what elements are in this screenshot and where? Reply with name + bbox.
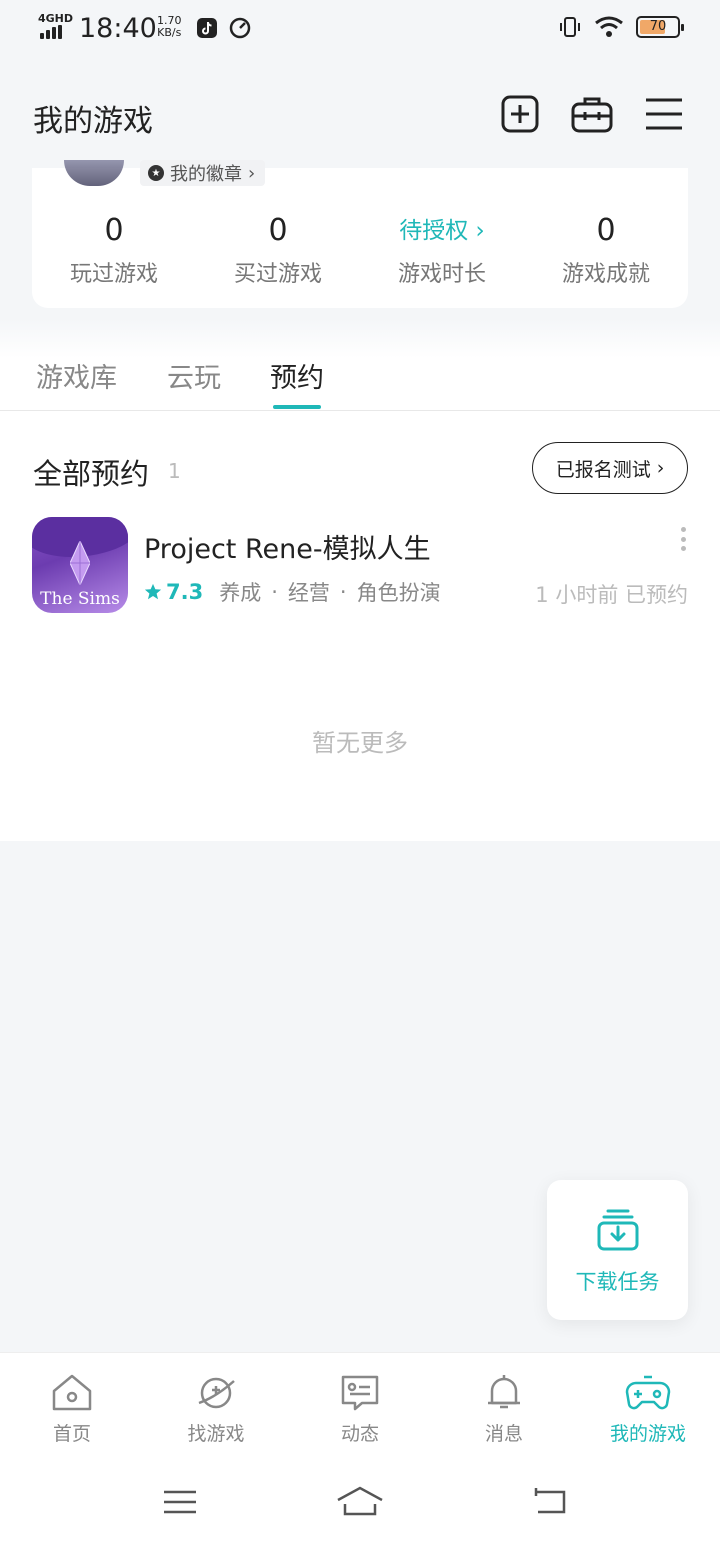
game-icon[interactable]: The Sims	[32, 517, 128, 613]
star-icon	[144, 583, 162, 600]
game-tag: 养成	[219, 581, 262, 605]
toolbox-button[interactable]	[570, 92, 614, 136]
back-icon[interactable]	[530, 1484, 570, 1520]
game-meta: 7.3 养成 · 经营 · 角色扮演	[144, 577, 441, 607]
signal-icon	[40, 25, 62, 39]
app-header: 我的游戏	[0, 60, 720, 168]
tab-bar: 游戏库 云玩 预约	[0, 318, 720, 411]
nav-my-games[interactable]: 我的游戏	[576, 1353, 720, 1462]
nav-find-games[interactable]: 找游戏	[144, 1353, 288, 1462]
nav-home[interactable]: 首页	[0, 1353, 144, 1462]
reservation-count: 1	[168, 459, 181, 483]
stat-played-games[interactable]: 0 玩过游戏	[32, 208, 196, 288]
recent-apps-icon[interactable]	[162, 1484, 198, 1520]
page-title: 我的游戏	[33, 104, 153, 139]
download-tray-icon	[597, 1209, 638, 1251]
bottom-nav: 首页 找游戏 动态 消息 我的游戏	[0, 1352, 720, 1462]
menu-button[interactable]	[642, 92, 686, 136]
more-options-icon[interactable]	[678, 527, 688, 551]
nav-messages[interactable]: 消息	[432, 1353, 576, 1462]
tab-reservations[interactable]: 预约	[270, 356, 324, 395]
game-title[interactable]: Project Rene-模拟人生	[144, 527, 431, 566]
game-rating: 7.3	[166, 580, 204, 604]
hamburger-icon	[646, 98, 682, 130]
download-tasks-button[interactable]: 下载任务	[547, 1180, 688, 1320]
network-speed: 1.70 KB/s	[157, 14, 182, 39]
stat-play-time[interactable]: 待授权 › 游戏时长	[360, 208, 524, 288]
profile-stats-card: ★ 我的徽章 › 0 玩过游戏 0 买过游戏 待授权 › 游戏时长 0 游戏成就	[32, 160, 688, 308]
reservation-status: 1 小时前 已预约	[535, 583, 688, 607]
authorize-link[interactable]: 待授权 ›	[360, 208, 524, 254]
bell-icon	[488, 1375, 520, 1409]
star-icon: ★	[148, 165, 164, 181]
system-home-icon[interactable]	[336, 1484, 384, 1520]
nav-feed[interactable]: 动态	[288, 1353, 432, 1462]
tab-cloud-play[interactable]: 云玩	[167, 356, 221, 395]
signed-test-button[interactable]: 已报名测试 ›	[532, 442, 688, 494]
battery-icon: 70	[636, 16, 684, 38]
briefcase-icon	[571, 97, 613, 133]
avatar[interactable]	[64, 160, 124, 186]
reservations-panel: 全部预约 1 已报名测试 › The Sims Project Rene-模拟人…	[0, 411, 720, 841]
status-bar: 4GHD 18:40 1.70 KB/s 70	[0, 0, 720, 60]
section-title: 全部预约	[33, 457, 150, 491]
game-tag: 经营	[287, 581, 330, 605]
speedometer-icon	[229, 17, 251, 39]
wifi-icon	[595, 16, 623, 37]
add-button[interactable]	[498, 92, 542, 136]
no-more-text: 暂无更多	[312, 729, 408, 757]
chevron-right-icon: ›	[248, 162, 256, 184]
gamepad-icon	[625, 1375, 671, 1410]
vibrate-icon	[560, 17, 580, 37]
stat-bought-games[interactable]: 0 买过游戏	[196, 208, 360, 288]
tab-game-library[interactable]: 游戏库	[36, 356, 117, 395]
active-tab-indicator	[273, 405, 321, 409]
plumbob-icon	[70, 541, 90, 585]
list-item[interactable]: The Sims Project Rene-模拟人生 7.3 养成 · 经营 ·…	[32, 517, 688, 613]
network-type: 4GHD	[38, 12, 74, 25]
clock: 18:40	[79, 13, 157, 44]
stat-achievements[interactable]: 0 游戏成就	[524, 208, 688, 288]
chevron-right-icon: ›	[475, 218, 485, 244]
planet-icon	[198, 1377, 235, 1409]
chat-icon	[341, 1375, 379, 1411]
system-nav-bar	[0, 1462, 720, 1544]
chevron-right-icon: ›	[656, 457, 665, 479]
home-icon	[52, 1374, 92, 1411]
my-badges-link[interactable]: ★ 我的徽章 ›	[140, 160, 266, 186]
tiktok-icon	[197, 18, 217, 38]
plus-square-icon	[501, 95, 539, 133]
game-tag: 角色扮演	[356, 581, 441, 605]
